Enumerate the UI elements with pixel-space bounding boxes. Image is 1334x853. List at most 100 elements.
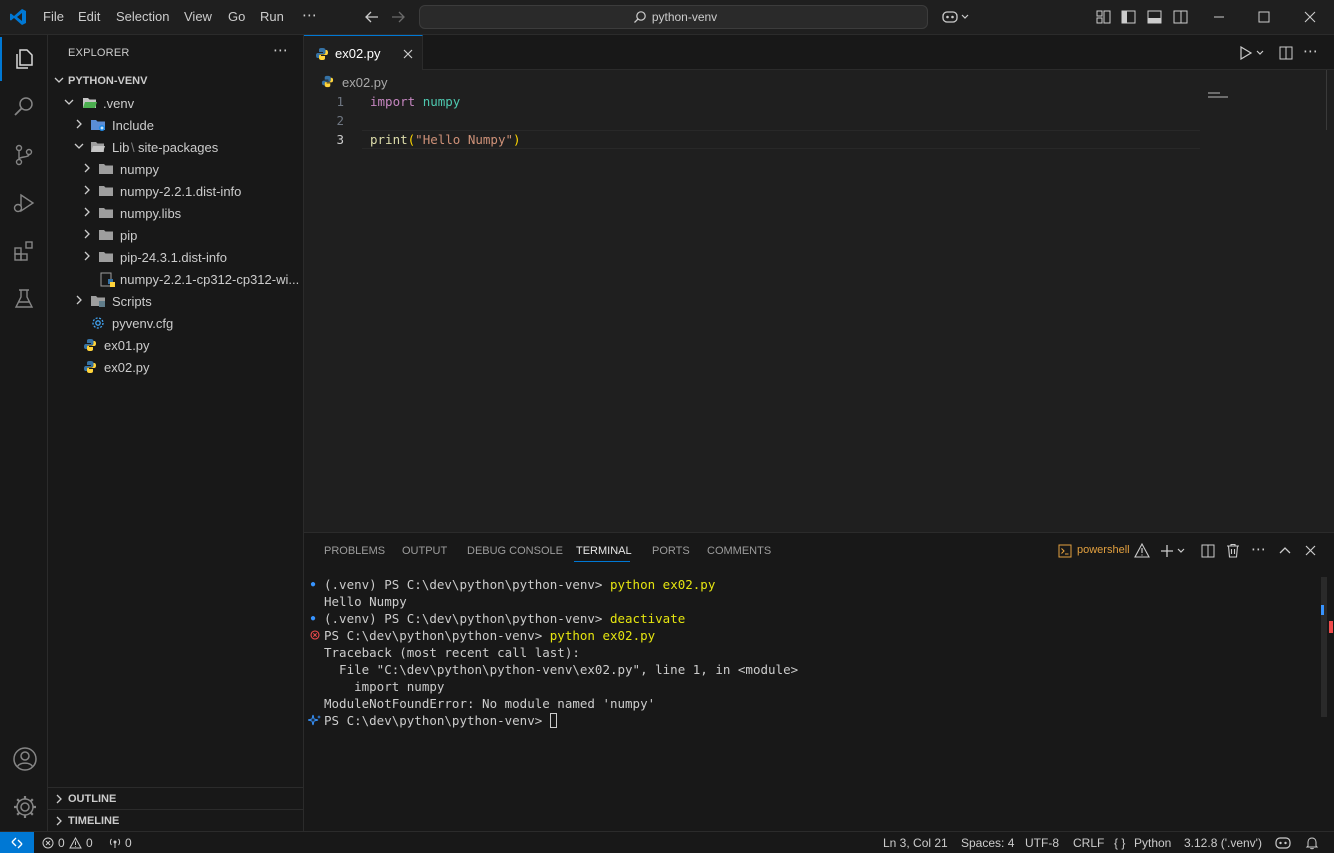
back-arrow-icon[interactable] <box>364 10 380 24</box>
toggle-panel-icon[interactable] <box>1147 10 1162 24</box>
tree-root-python-venv[interactable]: PYTHON-VENV <box>48 70 303 92</box>
toggle-primary-sidebar-icon[interactable] <box>1121 10 1136 24</box>
close-panel-icon[interactable] <box>1305 545 1316 556</box>
line-number: 1 <box>336 94 344 109</box>
chevron-right-icon <box>56 794 62 804</box>
breadcrumb[interactable]: ex02.py <box>342 75 388 90</box>
tree-item-include[interactable]: Include <box>48 114 303 136</box>
terminal-scrollbar[interactable] <box>1321 577 1327 717</box>
tree-item-scripts[interactable]: Scripts <box>48 290 303 312</box>
panel-tab-terminal[interactable]: TERMINAL <box>576 545 632 557</box>
menu-view[interactable]: View <box>184 9 212 24</box>
search-view-icon[interactable] <box>12 95 36 119</box>
tree-item-pip-dist-info[interactable]: pip-24.3.1.dist-info <box>48 246 303 268</box>
tree-item-numpy-libs[interactable]: numpy.libs <box>48 202 303 224</box>
cursor-position[interactable]: Ln 3, Col 21 <box>883 836 948 850</box>
function-print: print <box>370 132 408 147</box>
encoding[interactable]: UTF-8 <box>1025 836 1059 850</box>
timeline-section[interactable]: TIMELINE <box>48 809 303 831</box>
error-circle-icon <box>42 837 54 849</box>
errors-count[interactable]: 0 <box>58 836 65 850</box>
sparkle-icon[interactable] <box>308 714 322 726</box>
indentation[interactable]: Spaces: 4 <box>961 836 1014 850</box>
python-icon <box>84 339 96 351</box>
notifications-bell-icon[interactable] <box>1305 836 1319 850</box>
warnings-count[interactable]: 0 <box>86 836 93 850</box>
tree-item-numpy-wheel[interactable]: numpy-2.2.1-cp312-cp312-wi... <box>48 268 303 290</box>
overview-ruler <box>1326 70 1327 130</box>
terminal-shell-label[interactable]: powershell <box>1077 544 1130 556</box>
source-control-icon[interactable] <box>12 143 36 167</box>
python-icon <box>321 75 334 88</box>
warning-icon[interactable] <box>1134 543 1150 558</box>
menu-edit[interactable]: Edit <box>78 9 100 24</box>
tree-item-pyvenv-cfg[interactable]: pyvenv.cfg <box>48 312 303 334</box>
editor-more-actions-icon[interactable]: ⋯ <box>1303 42 1318 60</box>
active-indicator <box>0 37 2 81</box>
run-python-file-icon[interactable] <box>1239 46 1265 60</box>
tab-ex02-py[interactable]: ex02.py <box>304 35 423 70</box>
customize-layout-icon[interactable] <box>1096 10 1111 24</box>
menu-file[interactable]: File <box>43 9 64 24</box>
command-center-search[interactable]: python-venv <box>419 5 928 29</box>
bottom-panel: PROBLEMS OUTPUT DEBUG CONSOLE TERMINAL P… <box>304 532 1334 831</box>
scroll-marker <box>1321 605 1324 615</box>
code-editor[interactable]: ex02.py 1 2 3 import numpy print("Hello … <box>304 70 1334 532</box>
panel-tab-debug-console[interactable]: DEBUG CONSOLE <box>467 545 563 557</box>
remote-indicator[interactable] <box>0 832 34 853</box>
explorer-title: EXPLORER <box>68 47 130 59</box>
extensions-icon[interactable] <box>12 239 36 263</box>
close-tab-icon[interactable] <box>403 49 413 59</box>
split-editor-icon[interactable] <box>1279 46 1293 60</box>
terminal-line: (.venv) PS C:\dev\python\python-venv> py… <box>324 577 716 592</box>
panel-tab-problems[interactable]: PROBLEMS <box>324 545 385 557</box>
command-success-dot-icon[interactable]: ● <box>310 579 316 590</box>
maximize-icon[interactable] <box>1258 11 1270 23</box>
end-of-line[interactable]: CRLF <box>1073 836 1104 850</box>
accounts-icon[interactable] <box>12 746 38 772</box>
forward-arrow-icon[interactable] <box>390 10 406 24</box>
minimize-icon[interactable] <box>1213 12 1225 22</box>
maximize-panel-chevron-up-icon[interactable] <box>1279 545 1291 555</box>
panel-tab-comments[interactable]: COMMENTS <box>707 545 771 557</box>
minimap-line <box>1208 96 1228 98</box>
tree-item-pip[interactable]: pip <box>48 224 303 246</box>
ports-count[interactable]: 0 <box>125 836 132 850</box>
panel-tab-output[interactable]: OUTPUT <box>402 545 447 557</box>
close-window-icon[interactable] <box>1304 11 1316 23</box>
explorer-icon[interactable] <box>12 47 36 71</box>
panel-more-actions-icon[interactable]: ⋯ <box>1251 540 1266 558</box>
tree-item-ex01[interactable]: ex01.py <box>48 334 303 356</box>
tree-item-venv[interactable]: .venv <box>48 92 303 114</box>
menu-selection[interactable]: Selection <box>116 9 169 24</box>
terminal-line: File "C:\dev\python\python-venv\ex02.py"… <box>324 662 799 677</box>
settings-gear-icon[interactable] <box>12 794 38 820</box>
python-icon <box>316 48 328 60</box>
explorer-more-actions-icon[interactable]: ⋯ <box>273 41 288 59</box>
toggle-secondary-sidebar-icon[interactable] <box>1173 10 1188 24</box>
testing-icon[interactable] <box>12 287 36 311</box>
run-and-debug-icon[interactable] <box>12 191 36 215</box>
kill-terminal-trash-icon[interactable] <box>1226 543 1240 558</box>
line-number: 3 <box>336 132 344 147</box>
new-terminal-icon[interactable] <box>1160 544 1188 558</box>
menu-go[interactable]: Go <box>228 9 245 24</box>
scroll-marker-error <box>1329 621 1333 633</box>
python-interpreter[interactable]: 3.12.8 ('.venv') <box>1184 836 1262 850</box>
tree-item-numpy-dist-info[interactable]: numpy-2.2.1.dist-info <box>48 180 303 202</box>
copilot-icon[interactable] <box>942 9 970 25</box>
menu-more[interactable]: ⋯ <box>302 6 317 24</box>
tree-item-lib-site-packages[interactable]: Lib \ site-packages <box>48 136 303 158</box>
menu-run[interactable]: Run <box>260 9 284 24</box>
split-terminal-icon[interactable] <box>1201 544 1215 558</box>
command-error-icon[interactable] <box>310 630 320 640</box>
copilot-status-icon[interactable] <box>1275 836 1291 850</box>
language-mode[interactable]: Python <box>1134 836 1171 850</box>
tree-item-ex02[interactable]: ex02.py <box>48 356 303 378</box>
outline-section[interactable]: OUTLINE <box>48 787 303 809</box>
tree-item-numpy[interactable]: numpy <box>48 158 303 180</box>
chevron-down-icon <box>74 143 84 149</box>
command-success-dot-icon[interactable]: ● <box>310 613 316 624</box>
panel-tab-ports[interactable]: PORTS <box>652 545 690 557</box>
chevron-right-icon <box>84 163 90 173</box>
